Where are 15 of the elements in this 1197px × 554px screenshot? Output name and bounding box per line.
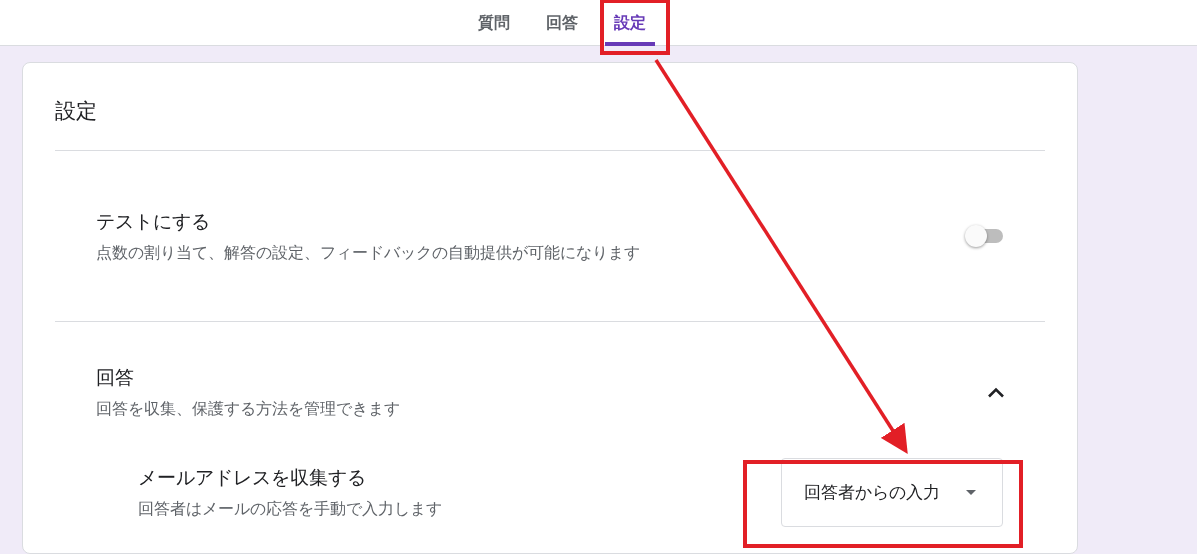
tab[interactable]: 回答 bbox=[536, 0, 587, 46]
toggle-switch[interactable] bbox=[965, 225, 1003, 247]
setting-title: テストにする bbox=[96, 208, 211, 234]
tab[interactable]: 質問 bbox=[468, 0, 519, 46]
settings-title: 設定 bbox=[55, 63, 1045, 151]
setting-description: 回答者はメールの応答を手動で入力します bbox=[138, 499, 442, 520]
setting-description: 回答を収集、保護する方法を管理できます bbox=[96, 398, 400, 420]
chevron-up-icon[interactable] bbox=[987, 386, 1005, 398]
tab[interactable]: 設定 bbox=[604, 0, 655, 46]
setting-title: メールアドレスを収集する bbox=[138, 465, 367, 490]
highlight-frame bbox=[600, 0, 670, 55]
setting-description: 点数の割り当て、解答の設定、フィードバックの自動提供が可能になります bbox=[96, 242, 640, 264]
setting-title: 回答 bbox=[96, 364, 135, 390]
caret-icon bbox=[966, 490, 976, 495]
dropdown[interactable]: 回答者からの入力 bbox=[781, 458, 1003, 527]
